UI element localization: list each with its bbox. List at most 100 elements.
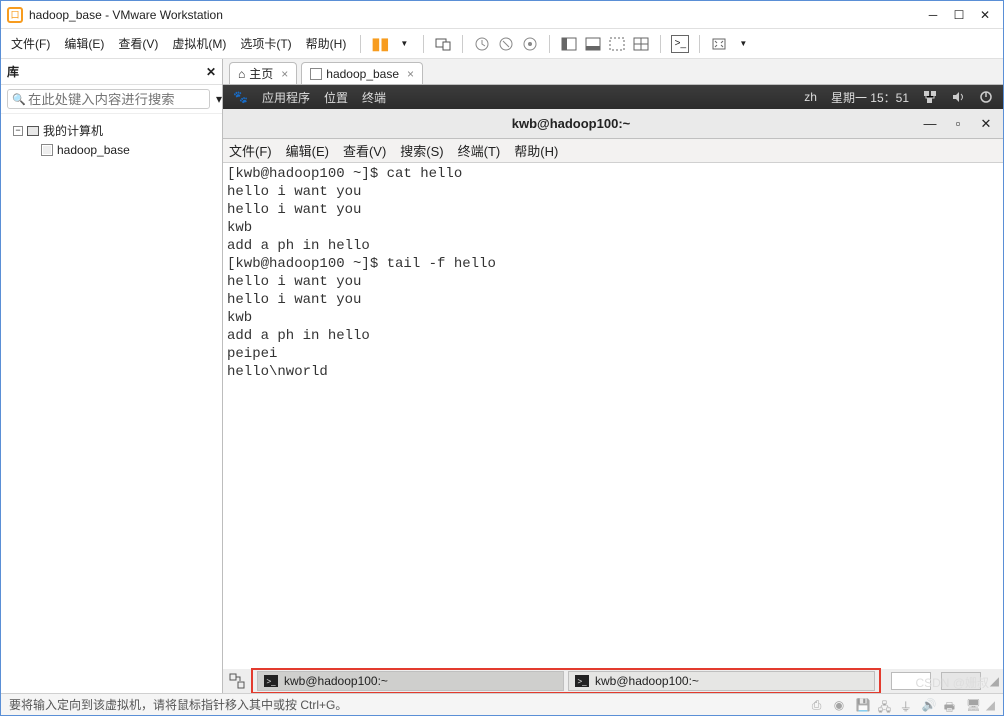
status-printer-icon[interactable]: 🖶 [944,698,960,712]
taskbar-highlight: >_ kwb@hadoop100:~ >_ kwb@hadoop100:~ [251,668,881,694]
power-icon[interactable] [979,90,993,104]
terminal-icon: >_ [264,675,278,687]
tab-vm-label: hadoop_base [326,67,399,81]
vm-tabs: ⌂ 主页 × hadoop_base × [223,59,1003,85]
terminal-minimize-button[interactable]: — [919,115,941,133]
library-tree: − 我的计算机 hadoop_base [1,114,222,693]
task-button-terminal-2[interactable]: >_ kwb@hadoop100:~ [568,671,875,691]
gnome-terminal[interactable]: 终端 [362,89,386,106]
gnome-applications[interactable]: 应用程序 [262,89,310,106]
library-search: 🔍 ▾ [1,85,222,114]
search-input[interactable] [10,90,207,108]
pause-icon[interactable]: ▮▮ [371,35,389,53]
app-window: 口 hadoop_base - VMware Workstation ─ ☐ ✕… [0,0,1004,716]
status-sound-icon[interactable]: 🔊 [922,698,938,712]
task-button-label: kwb@hadoop100:~ [595,674,699,688]
terminal-output[interactable]: [kwb@hadoop100 ~]$ cat hello hello i wan… [223,163,1003,669]
gnome-topbar: 🐾 应用程序 位置 终端 zh 星期一 15：51 [223,85,1003,109]
terminal-icon: >_ [575,675,589,687]
titlebar: 口 hadoop_base - VMware Workstation ─ ☐ ✕ [1,1,1003,29]
search-dropdown-icon[interactable]: ▾ [216,92,222,106]
connect-icon[interactable] [434,35,452,53]
vm-icon [41,144,53,156]
statusbar: 要将输入定向到该虚拟机，请将鼠标指针移入其中或按 Ctrl+G。 ⎙ ◉ 💾 🖧… [1,693,1003,715]
search-icon: 🔍 [12,93,26,106]
network-icon[interactable] [923,90,937,104]
terminal-menubar: 文件(F) 编辑(E) 查看(V) 搜索(S) 终端(T) 帮助(H) [223,139,1003,163]
window-title: hadoop_base - VMware Workstation [29,8,919,22]
task-button-label: kwb@hadoop100:~ [284,674,388,688]
library-close-button[interactable]: ✕ [206,65,216,79]
minimize-button[interactable]: ─ [921,6,945,24]
home-icon: ⌂ [238,67,245,81]
status-network-icon[interactable]: 🖧 [878,698,894,712]
separator [699,35,700,53]
fullscreen-icon[interactable] [710,35,728,53]
toolbar-dropdown-icon[interactable]: ▼ [395,35,413,53]
gnome-places[interactable]: 位置 [324,89,348,106]
menu-vm[interactable]: 虚拟机(M) [168,35,230,52]
menu-tabs[interactable]: 选项卡(T) [236,35,295,52]
layout3-icon[interactable] [608,35,626,53]
term-menu-edit[interactable]: 编辑(E) [286,141,329,160]
term-menu-terminal[interactable]: 终端(T) [458,141,501,160]
tab-vm-close[interactable]: × [407,67,414,81]
activities-icon[interactable]: 🐾 [233,90,248,104]
status-cd-icon[interactable]: ◉ [834,698,850,712]
status-display-icon[interactable]: 🖥 [966,698,982,712]
gnome-clock: 星期一 15：51 [831,89,909,106]
terminal-maximize-button[interactable]: ▫ [947,115,969,133]
tab-home-close[interactable]: × [281,67,288,81]
term-menu-view[interactable]: 查看(V) [343,141,386,160]
tree-item-hadoop-base[interactable]: hadoop_base [5,141,218,159]
menu-help[interactable]: 帮助(H) [302,35,351,52]
term-menu-file[interactable]: 文件(F) [229,141,272,160]
body: 库 ✕ 🔍 ▾ − 我的计算机 hadoop_base [1,59,1003,693]
menu-file[interactable]: 文件(F) [7,35,54,52]
tab-home-label: 主页 [249,65,273,82]
main-area: ⌂ 主页 × hadoop_base × 🐾 应用程序 位置 终端 zh 星期一… [223,59,1003,693]
expand-icon[interactable]: − [13,126,23,136]
console-icon[interactable]: >_ [671,35,689,53]
menu-edit[interactable]: 编辑(E) [60,35,108,52]
layout2-icon[interactable] [584,35,602,53]
maximize-button[interactable]: ☐ [947,6,971,24]
tab-home[interactable]: ⌂ 主页 × [229,62,297,84]
terminal-titlebar: kwb@hadoop100:~ — ▫ ✕ [223,109,1003,139]
close-button[interactable]: ✕ [973,6,997,24]
menu-view[interactable]: 查看(V) [114,35,162,52]
gnome-taskbar: >_ kwb@hadoop100:~ >_ kwb@hadoop100:~ ◢ [223,669,1003,693]
watermark: CSDN @姗叔 [915,674,989,691]
status-usb-icon[interactable]: ⏚ [900,698,916,712]
tree-root[interactable]: − 我的计算机 [5,120,218,141]
separator [423,35,424,53]
library-panel: 库 ✕ 🔍 ▾ − 我的计算机 hadoop_base [1,59,223,693]
status-floppy-icon[interactable]: 💾 [856,698,872,712]
snapshot-manager-icon[interactable] [521,35,539,53]
tree-item-label: hadoop_base [57,143,130,157]
layout1-icon[interactable] [560,35,578,53]
task-button-terminal-1[interactable]: >_ kwb@hadoop100:~ [257,671,564,691]
workspace-switcher-icon[interactable] [227,671,247,691]
menubar: 文件(F) 编辑(E) 查看(V) 虚拟机(M) 选项卡(T) 帮助(H) ▮▮… [1,29,1003,59]
terminal-close-button[interactable]: ✕ [975,115,997,133]
tree-root-label: 我的计算机 [43,122,103,139]
snapshot-revert-icon[interactable] [497,35,515,53]
library-header: 库 ✕ [1,59,222,85]
volume-icon[interactable] [951,90,965,104]
resize-grip-icon[interactable]: ◢ [986,698,995,712]
separator [660,35,661,53]
term-menu-search[interactable]: 搜索(S) [400,141,443,160]
separator [549,35,550,53]
status-device-icon[interactable]: ⎙ [812,698,828,712]
toolbar-dropdown2-icon[interactable]: ▼ [734,35,752,53]
gnome-language[interactable]: zh [804,90,817,104]
separator [462,35,463,53]
tab-hadoop-base[interactable]: hadoop_base × [301,62,423,84]
snapshot-icon[interactable] [473,35,491,53]
status-text: 要将输入定向到该虚拟机，请将鼠标指针移入其中或按 Ctrl+G。 [9,696,347,713]
computer-icon [27,126,39,136]
term-menu-help[interactable]: 帮助(H) [514,141,558,160]
separator [360,35,361,53]
layout4-icon[interactable] [632,35,650,53]
